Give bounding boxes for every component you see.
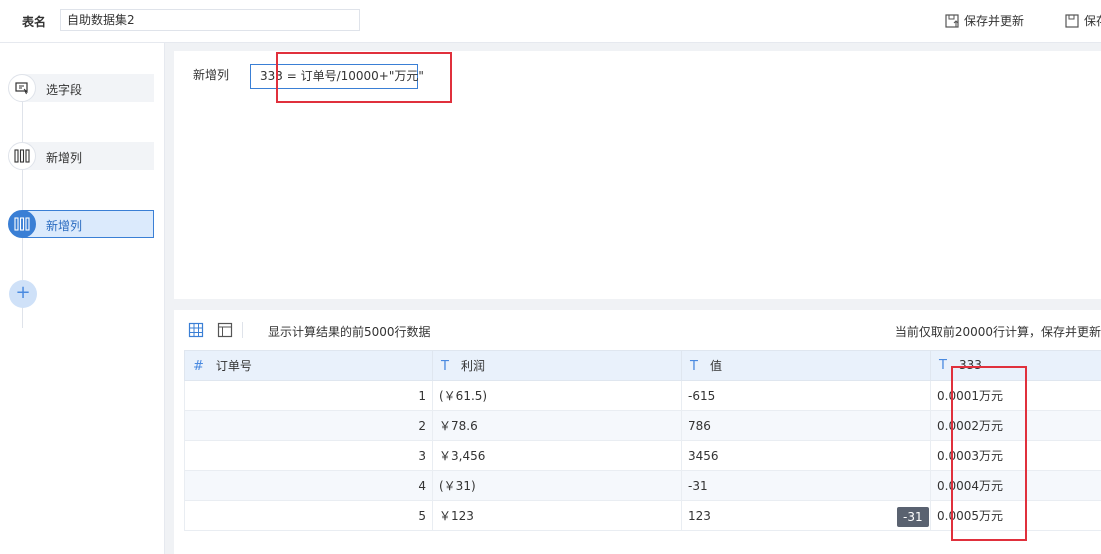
cell-tooltip: -31 — [897, 507, 929, 527]
cell-333[interactable]: 0.0002万元 — [930, 410, 1101, 441]
cell-333[interactable]: 0.0004万元 — [930, 470, 1101, 501]
cell-333[interactable]: 0.0003万元 — [930, 440, 1101, 471]
cell-order-no[interactable]: 5 — [184, 500, 433, 531]
cell-profit[interactable]: ￥78.6 — [432, 410, 682, 441]
cell-value[interactable]: -615 — [681, 380, 931, 411]
text-type-icon: T — [939, 358, 947, 373]
cell-order-no[interactable]: 3 — [184, 440, 433, 471]
column-name: 333 — [958, 358, 982, 372]
step-label: 新增列 — [46, 219, 83, 233]
cell-order-no[interactable]: 2 — [184, 410, 433, 441]
cell-value[interactable]: -31 — [681, 470, 931, 501]
step-add-column-2[interactable]: 新增列 — [8, 210, 154, 240]
save-button[interactable]: 保存 — [1065, 12, 1101, 29]
step-add-column-1[interactable]: 新增列 — [8, 142, 154, 172]
save-update-icon — [945, 13, 959, 28]
text-type-icon: T — [690, 359, 698, 374]
column-header-333[interactable]: T 333 — [930, 350, 1101, 381]
step-box — [22, 210, 154, 238]
cell-profit[interactable]: ￥123 — [432, 500, 682, 531]
add-column-icon — [8, 142, 36, 170]
new-column-label: 新增列 — [193, 68, 230, 82]
step-box — [22, 142, 154, 170]
preview-info-right: 当前仅取前20000行计算，保存并更新 — [894, 325, 1101, 339]
add-column-icon — [8, 210, 36, 238]
add-step-button[interactable]: + — [9, 280, 37, 308]
table-view-icon[interactable] — [217, 322, 233, 338]
table-row: 5 ￥123 123 0.0005万元 — [184, 500, 1101, 531]
step-select-fields[interactable]: 选字段 — [8, 74, 154, 104]
save-update-label: 保存并更新 — [964, 14, 1025, 28]
formula-editor-panel: 新增列 333 = 订单号/10000+"万元" — [174, 51, 1101, 299]
cell-333[interactable]: 0.0005万元 — [930, 500, 1101, 531]
cell-profit[interactable]: (￥31) — [432, 470, 682, 501]
cell-value[interactable]: 786 — [681, 410, 931, 441]
column-header-order-no[interactable]: # 订单号 — [184, 350, 433, 381]
cell-333[interactable]: 0.0001万元 — [930, 380, 1101, 411]
grid-view-icon[interactable] — [188, 322, 204, 338]
cell-profit[interactable]: (￥61.5) — [432, 380, 682, 411]
cell-value[interactable]: 3456 — [681, 440, 931, 471]
save-icon — [1065, 13, 1079, 28]
number-type-icon: # — [193, 359, 204, 374]
table-row: 1 (￥61.5) -615 0.0001万元 — [184, 380, 1101, 411]
column-name: 订单号 — [215, 359, 252, 373]
column-header-value[interactable]: T值 — [681, 350, 931, 381]
text-type-icon: T — [441, 359, 449, 374]
cell-profit[interactable]: ￥3,456 — [432, 440, 682, 471]
steps-sidebar: 选字段 新增列 新增列 + — [0, 43, 165, 554]
step-box — [22, 74, 154, 102]
column-name: 值 — [709, 359, 722, 373]
cell-value[interactable]: 123 — [681, 500, 931, 531]
save-update-button[interactable]: 保存并更新 — [945, 12, 1024, 29]
preview-info-text: 显示计算结果的前5000行数据 — [268, 325, 431, 339]
table-header-row: # 订单号 T 利润 T值 T 333 — [184, 350, 1101, 381]
column-name: 利润 — [460, 359, 485, 373]
preview-panel: 显示计算结果的前5000行数据 当前仅取前20000行计算，保存并更新 # 订单号… — [174, 310, 1101, 554]
save-label: 保存 — [1084, 14, 1101, 28]
table-row: 3 ￥3,456 3456 0.0003万元 — [184, 440, 1101, 471]
cell-order-no[interactable]: 1 — [184, 380, 433, 411]
table-name-label: 表名 — [22, 15, 47, 29]
top-bar: 表名 自助数据集2 保存并更新 保存 — [0, 0, 1101, 43]
formula-input[interactable]: 333 = 订单号/10000+"万元" — [250, 64, 424, 89]
column-header-profit[interactable]: T 利润 — [432, 350, 682, 381]
preview-table: # 订单号 T 利润 T值 T 333 1 (￥61.5) -615 0.0001万元… — [184, 350, 1101, 531]
select-field-icon — [8, 74, 36, 102]
step-label: 选字段 — [46, 83, 83, 97]
cell-order-no[interactable]: 4 — [184, 470, 433, 501]
toolbar-divider — [242, 322, 243, 338]
table-row: 4 (￥31) -31 0.0004万元 — [184, 470, 1101, 501]
table-name-input[interactable]: 自助数据集2 — [60, 9, 360, 31]
step-label: 新增列 — [46, 151, 83, 165]
table-row: 2 ￥78.6 786 0.0002万元 — [184, 410, 1101, 441]
